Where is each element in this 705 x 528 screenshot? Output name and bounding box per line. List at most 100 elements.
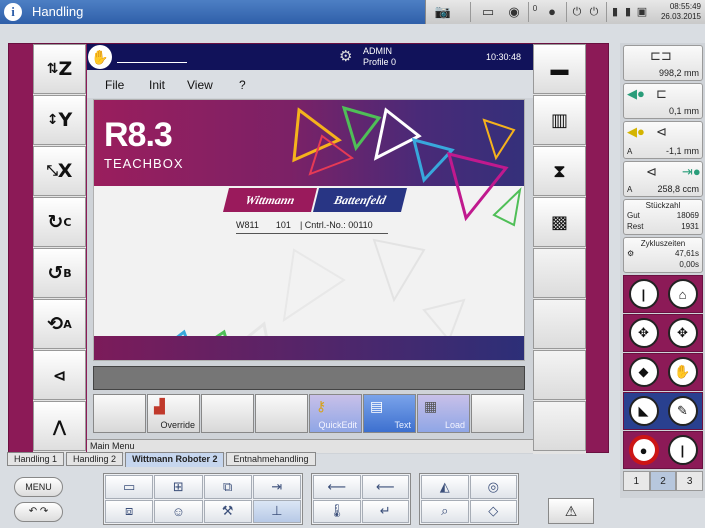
camera-icon[interactable]: 📷: [432, 3, 454, 21]
device-icon-1[interactable]: ▮: [609, 3, 621, 21]
cpu-icon[interactable]: ▣: [635, 3, 649, 21]
pallet-button[interactable]: ▩: [533, 197, 586, 247]
tools-icon[interactable]: ⚒: [203, 499, 252, 523]
load-button[interactable]: ▦ Load: [417, 394, 470, 433]
io-icon[interactable]: ⧈: [105, 499, 154, 523]
cycle-time-title: Zykluszeiten: [640, 239, 686, 248]
fkey-3[interactable]: [201, 394, 254, 433]
conveyor-button[interactable]: ▬: [533, 44, 586, 94]
quality-check-icon[interactable]: ⌕: [421, 499, 469, 523]
graph-icon[interactable]: ◭: [421, 475, 469, 499]
speed-arrow-icon[interactable]: ⟵: [313, 475, 361, 499]
undo-redo-button[interactable]: ↶ ↷: [14, 502, 63, 522]
axis-a-button[interactable]: ⟲ A: [33, 299, 86, 349]
return-arrow-icon[interactable]: ↵: [361, 499, 409, 523]
move-cross-button[interactable]: ✥: [667, 318, 698, 348]
wittmann-battenfeld-logo: Wittmann Battenfeld: [223, 188, 407, 212]
override-button[interactable]: ▟ Override: [147, 394, 200, 433]
home-button[interactable]: ⌂: [667, 279, 698, 309]
toolbar-group-1: ▭ ⊞ ⧉ ⇥ ⧈ ☺ ⚒ ⊥: [103, 473, 303, 525]
manual-hand-button[interactable]: ✋: [667, 357, 698, 387]
page-1[interactable]: 1: [623, 471, 650, 491]
teach-button[interactable]: ◣: [628, 396, 659, 426]
tab-handling-2[interactable]: Handling 2: [66, 452, 124, 466]
tab-handling-1[interactable]: Handling 1: [7, 452, 65, 466]
text-button[interactable]: ▤ Text: [363, 394, 416, 433]
menu-help[interactable]: ?: [239, 78, 246, 92]
start-button[interactable]: |: [667, 435, 698, 465]
cycle-time-card[interactable]: Zykluszeiten ⚙ 47,61s 0,00s: [623, 237, 703, 273]
menu-file[interactable]: File: [105, 78, 124, 92]
yellow-arrow-icon: ◀●: [627, 124, 645, 139]
user-profile: Profile 0: [363, 57, 397, 67]
axis-c-button[interactable]: ↻ C: [33, 197, 86, 247]
menu-view[interactable]: View: [187, 78, 213, 92]
disk-icon: ▦: [424, 398, 438, 414]
user-icon[interactable]: ●: [542, 3, 562, 21]
position-card-3[interactable]: ◀● ⊲ A -1,1 mm: [623, 121, 703, 159]
title-bar: i Handling 📷 ▭ ◉ 0 ● ⏻ ⏻ ▮ ▮ ▣ 08:55:49 …: [0, 0, 705, 24]
right-empty-3[interactable]: [533, 350, 586, 400]
temperature-icon[interactable]: 🌡: [313, 499, 361, 523]
axis-y-button[interactable]: ↕ Y: [33, 95, 86, 145]
device-icon-2[interactable]: ▮: [622, 3, 634, 21]
warning-button[interactable]: ⚠: [548, 498, 594, 524]
fkey-4[interactable]: [255, 394, 308, 433]
positions-icon[interactable]: ⧉: [203, 475, 252, 499]
splash-footer: [94, 336, 524, 360]
power-arrow-icon[interactable]: ⟵: [361, 475, 409, 499]
mould-icon[interactable]: ⊞: [154, 475, 203, 499]
quickedit-button[interactable]: ⚷ QuickEdit: [309, 394, 362, 433]
page-3[interactable]: 3: [676, 471, 704, 491]
menu-button[interactable]: MENU: [14, 477, 63, 497]
operator-icon[interactable]: ☺: [154, 499, 203, 523]
robot-icon: ⚙: [339, 48, 353, 65]
gripper-axis-button[interactable]: ⊲: [33, 350, 86, 400]
stop-mode-button[interactable]: |: [628, 279, 659, 309]
version-title: R8.3: [104, 116, 173, 154]
sensor-icon[interactable]: ◎: [469, 475, 517, 499]
function-keys: ▟ Override ⚷ QuickEdit ▤ Text ▦ Load: [93, 394, 525, 433]
right-empty-2[interactable]: [533, 299, 586, 349]
page-2[interactable]: 2: [649, 471, 677, 491]
diamond-icon[interactable]: ◇: [469, 499, 517, 523]
tab-wittmann-roboter-2[interactable]: Wittmann Roboter 2: [125, 452, 225, 467]
position-card-4[interactable]: ⊲ ⇥● A 258,8 ccm: [623, 161, 703, 197]
axis-b-button[interactable]: ↺ B: [33, 248, 86, 298]
mode-row-3: ◆ ✋: [623, 353, 703, 391]
piece-count-card[interactable]: Stückzahl Gut 18069 Rest 1931: [623, 199, 703, 235]
right-empty-1[interactable]: [533, 248, 586, 298]
axis-x-button[interactable]: ⤡ X: [33, 146, 86, 196]
single-step-button[interactable]: ◆: [628, 357, 659, 387]
power-icon-1[interactable]: ⏻: [569, 3, 585, 21]
cycle-time-1: 47,61s: [674, 249, 699, 258]
user-count: 0: [532, 4, 538, 13]
axis-z-button[interactable]: ⇅ Z: [33, 44, 86, 94]
printer-icon[interactable]: ▭: [476, 3, 500, 21]
axis-arrow-icon[interactable]: ⇥: [252, 475, 301, 499]
hand-mode-icon[interactable]: ✋: [88, 45, 112, 69]
robot-tabs: Handling 1 Handling 2 Wittmann Roboter 2…: [7, 452, 318, 467]
position-card-2[interactable]: ◀● ⊏ 0,1 mm: [623, 83, 703, 119]
machine-icon[interactable]: ▭: [105, 475, 154, 499]
stacking-button[interactable]: ▥: [533, 95, 586, 145]
position-value-3: -1,1 mm: [665, 146, 699, 156]
position-card-1[interactable]: ⊏⊐ 998,2 mm: [623, 45, 703, 81]
power-icon-2[interactable]: ⏻: [586, 3, 602, 21]
mould-half-icon: ⊏: [656, 86, 667, 101]
info-icon[interactable]: i: [4, 3, 22, 21]
fkey-1[interactable]: [93, 394, 146, 433]
bar-chart-icon: ▟: [154, 398, 165, 414]
axis-position-icon[interactable]: ⊥: [252, 499, 301, 523]
right-empty-4[interactable]: [533, 401, 586, 451]
menu-init[interactable]: Init: [149, 78, 165, 92]
record-button[interactable]: ●: [628, 435, 659, 465]
network-globe-icon[interactable]: ◉: [504, 3, 524, 21]
status-line: Main Menu: [87, 439, 533, 453]
step-cross-button[interactable]: ✥: [628, 318, 659, 348]
edit-button[interactable]: ✎: [667, 396, 698, 426]
tab-entnahmehandling[interactable]: Entnahmehandling: [226, 452, 316, 466]
fkey-8[interactable]: [471, 394, 524, 433]
gripper-open-button[interactable]: ⋀: [33, 401, 86, 451]
vacuum-button[interactable]: ⧗: [533, 146, 586, 196]
